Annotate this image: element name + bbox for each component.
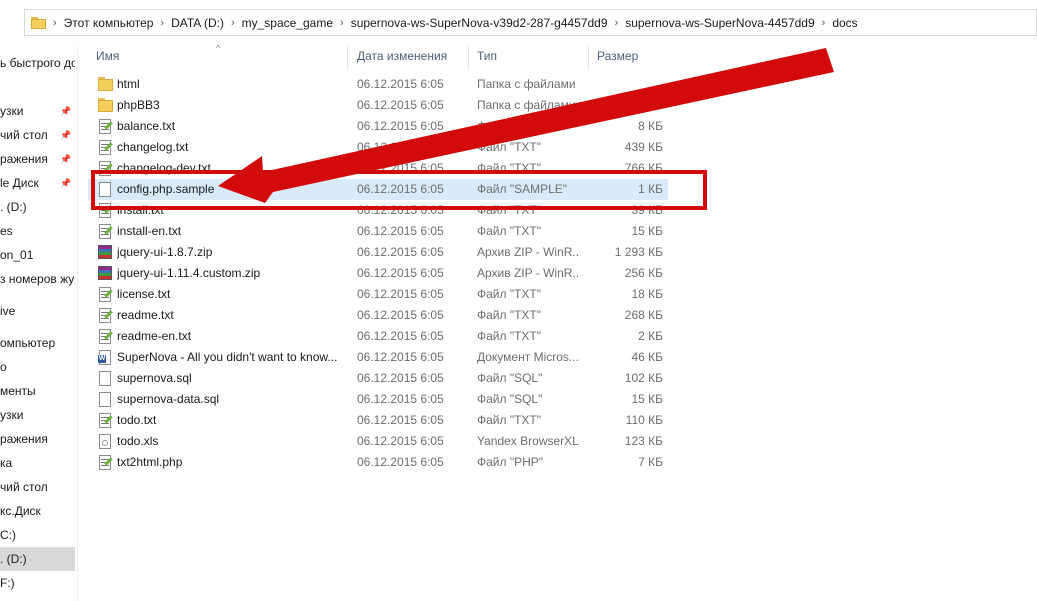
- annotation-arrow: [218, 48, 834, 203]
- annotation-arrow-shape: [218, 48, 834, 203]
